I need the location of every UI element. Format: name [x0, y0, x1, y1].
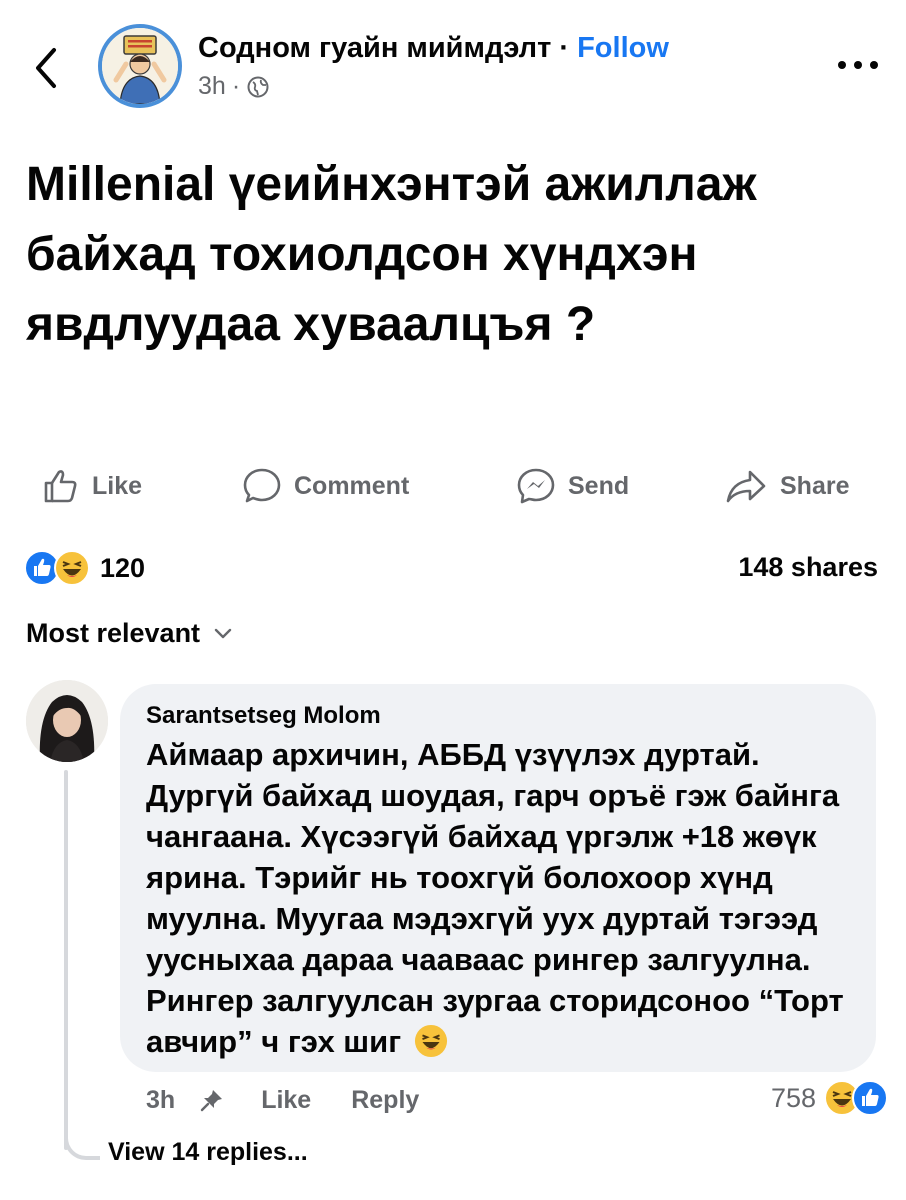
comment-label: Comment	[294, 471, 410, 500]
more-options-button[interactable]	[834, 50, 882, 80]
share-arrow-icon	[726, 470, 766, 503]
comment-reply-button[interactable]: Reply	[351, 1086, 419, 1115]
post-time[interactable]: 3h	[198, 72, 226, 101]
comment-sort-dropdown[interactable]: Most relevant	[26, 618, 232, 649]
sort-label: Most relevant	[26, 618, 201, 648]
thumbs-up-icon	[44, 470, 77, 503]
view-replies-link[interactable]: View 14 replies...	[108, 1138, 308, 1167]
comment-like-button[interactable]: Like	[261, 1086, 311, 1115]
page-avatar[interactable]	[98, 24, 182, 108]
post-meta: 3h ·	[198, 72, 270, 101]
share-label: Share	[780, 471, 850, 500]
messenger-icon	[517, 468, 555, 504]
globe-icon	[247, 76, 269, 97]
pin-icon	[199, 1087, 225, 1113]
comment-reactions[interactable]: 758	[771, 1076, 888, 1120]
send-label: Send	[568, 471, 630, 500]
chevron-left-icon	[36, 48, 56, 88]
separator-dot: ·	[559, 32, 570, 64]
comment-author[interactable]: Sarantsetseg Molom	[146, 702, 381, 730]
page-logo-image	[102, 28, 178, 104]
comment-bubble: Sarantsetseg Molom Аймаар архичин, АББД …	[120, 684, 876, 1072]
reaction-summary[interactable]: 120	[24, 548, 145, 588]
comment-actions: 3h Like Reply	[146, 1080, 419, 1120]
chevron-down-icon	[214, 628, 232, 638]
follow-button[interactable]: Follow	[577, 32, 669, 64]
post-action-bar: Like Comment Send Share	[0, 458, 906, 514]
comment-bubble-icon	[243, 468, 281, 503]
back-button[interactable]	[26, 40, 66, 96]
post-text: Millenial үеийнхэнтэй ажиллаж байхад тох…	[26, 158, 757, 351]
thread-line	[64, 770, 68, 1150]
comment-reaction-count: 758	[770, 1082, 816, 1113]
like-reaction-icon	[852, 1080, 888, 1116]
share-button[interactable]: Share	[724, 458, 849, 514]
thread-curve	[64, 1120, 100, 1160]
comment-time[interactable]: 3h	[146, 1086, 175, 1115]
laughing-emoji-icon	[414, 1024, 447, 1058]
reaction-count: 120	[100, 552, 146, 583]
post-header: Содном гуайн миймдэлт · Follow 3h ·	[0, 0, 906, 130]
ellipsis-icon	[838, 61, 878, 69]
page-title-line: Содном гуайн миймдэлт · Follow	[198, 32, 669, 65]
meta-separator: ·	[231, 72, 241, 100]
haha-reaction-icon	[54, 550, 90, 586]
comment-button[interactable]: Comment	[242, 458, 409, 514]
commenter-avatar[interactable]	[26, 680, 108, 762]
comment-body: Аймаар архичин, АББД үзүүлэх дуртай. Дур…	[146, 737, 844, 1059]
send-button[interactable]: Send	[516, 458, 629, 514]
profile-photo-image	[26, 680, 108, 762]
comment-text: Аймаар архичин, АББД үзүүлэх дуртай. Дур…	[146, 734, 866, 1062]
share-count[interactable]: 148 shares	[738, 552, 878, 583]
page-name-link[interactable]: Содном гуайн миймдэлт	[198, 32, 551, 64]
like-button[interactable]: Like	[40, 458, 142, 514]
like-label: Like	[92, 471, 143, 500]
